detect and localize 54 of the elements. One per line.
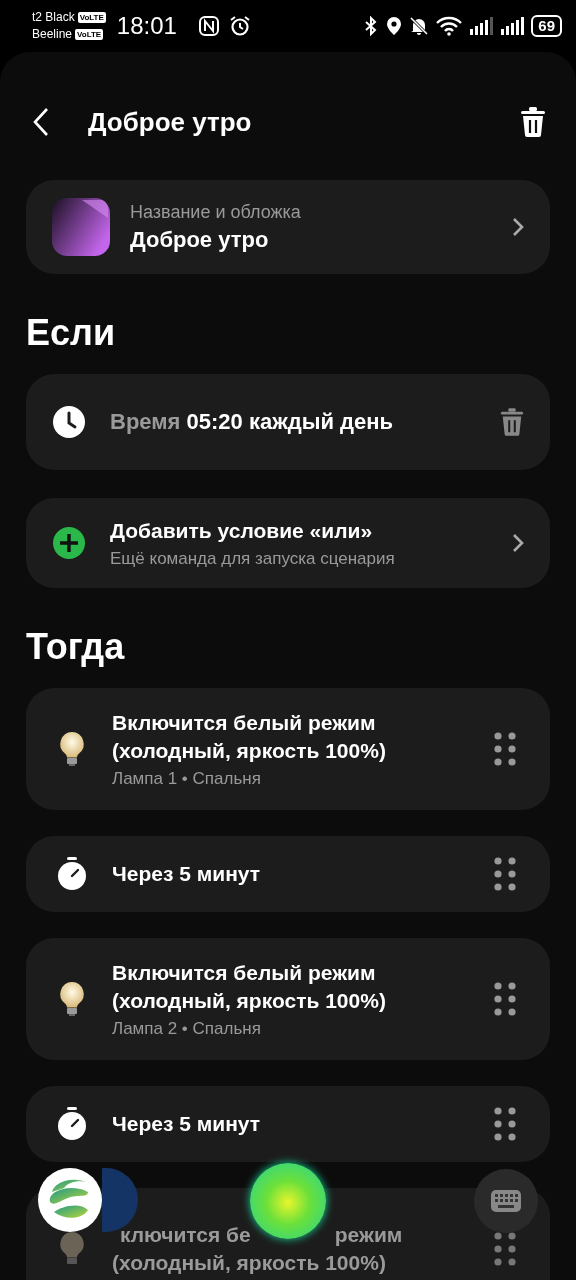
drag-handle-icon[interactable]	[494, 732, 516, 766]
action-title: Включится белый режим (холодный, яркость 100%)	[112, 710, 387, 764]
screen-title: Доброе утро	[88, 106, 252, 138]
add-condition-title: Добавить условие «или»	[110, 518, 374, 544]
stopwatch-icon	[56, 857, 88, 891]
wifi-icon	[436, 16, 463, 36]
scenario-name: Доброе утро	[130, 226, 270, 253]
volte-badge: VoLTE	[77, 12, 106, 23]
action-title: Через 5 минут	[112, 1111, 262, 1137]
back-button[interactable]	[32, 107, 50, 137]
drag-handle-icon[interactable]	[494, 857, 516, 891]
section-heading: Тогда	[26, 626, 126, 668]
carrier-name: Beeline	[32, 26, 73, 43]
nfc-icon	[197, 15, 220, 37]
action-title: режим	[334, 1222, 403, 1248]
chevron-right-icon	[512, 533, 524, 553]
action-title: Включится белый режим (холодный, яркость 100%)	[112, 960, 387, 1014]
keyboard-icon	[491, 1190, 521, 1212]
delete-button[interactable]	[520, 107, 546, 137]
action-card[interactable]: Через 5 минут	[26, 836, 550, 912]
volte-badge: VoLTE	[75, 29, 104, 40]
condition-text: Время 05:20 каждый день	[110, 409, 394, 435]
action-card[interactable]: Включится белый режим (холодный, яркость 100%) Лампа 1 • Спальня	[26, 688, 550, 810]
section-heading: Если	[26, 312, 117, 354]
action-title: (холодный, яркость 100%)	[112, 1250, 387, 1276]
action-card[interactable]: Через 5 минут	[26, 1086, 550, 1162]
battery-indicator: 69	[531, 15, 562, 37]
add-condition-hint: Ещё команда для запуска сценария	[110, 549, 395, 569]
drag-handle-icon[interactable]	[494, 1232, 516, 1266]
plus-icon	[52, 526, 86, 560]
muted-bell-icon	[409, 16, 430, 36]
clock: 18:01	[116, 12, 177, 40]
signal-icon	[500, 16, 525, 36]
device-location: Лампа 2 • Спальня	[112, 1019, 262, 1039]
action-card[interactable]: Включится белый режим (холодный, яркость 100%) Лампа 2 • Спальня	[26, 938, 550, 1060]
cover-label: Название и обложка	[130, 201, 302, 223]
cover-card[interactable]: Название и обложка Доброе утро	[26, 180, 550, 274]
signal-icon	[469, 16, 494, 36]
device-location: Лампа 1 • Спальня	[112, 769, 262, 789]
delete-condition-button[interactable]	[500, 408, 524, 436]
action-title: ключится бе	[120, 1222, 251, 1248]
action-title: Через 5 минут	[112, 861, 262, 887]
condition-card[interactable]: Время 05:20 каждый день	[26, 374, 550, 470]
chevron-right-icon	[512, 217, 524, 237]
clock-icon	[52, 405, 86, 439]
app-switcher-button[interactable]	[102, 1168, 138, 1232]
carrier-name: t2 Black	[32, 9, 75, 26]
location-icon	[386, 16, 403, 36]
alarm-icon	[228, 15, 251, 37]
drag-handle-icon[interactable]	[494, 982, 516, 1016]
drag-handle-icon[interactable]	[494, 1107, 516, 1141]
add-condition-card[interactable]: Добавить условие «или» Ещё команда для запуска сценария	[26, 498, 550, 588]
cover-thumbnail-icon	[52, 198, 110, 256]
stopwatch-icon	[56, 1107, 88, 1141]
